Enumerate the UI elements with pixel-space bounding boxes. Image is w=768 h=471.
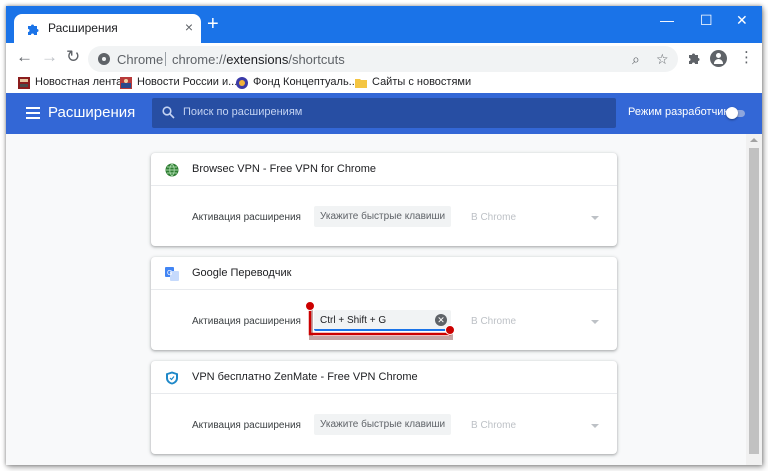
- clear-shortcut-icon[interactable]: ✕: [435, 314, 447, 326]
- maximize-button[interactable]: ☐: [700, 12, 713, 29]
- extensions-puzzle-icon[interactable]: [687, 51, 701, 65]
- chrome-icon: [98, 53, 110, 65]
- zoom-search-icon[interactable]: ⌕: [632, 51, 640, 68]
- tab-extensions[interactable]: Расширения ×: [14, 14, 201, 43]
- extension-card: Browsec VPN - Free VPN for Chrome Актива…: [151, 153, 617, 246]
- forward-button[interactable]: →: [41, 47, 58, 67]
- page-title: Расширения: [48, 104, 136, 121]
- minimize-button[interactable]: —: [660, 12, 674, 28]
- russia-news-icon: [120, 77, 132, 89]
- translate-icon: G: [165, 267, 179, 281]
- extension-name: Google Переводчик: [192, 267, 292, 279]
- reload-button[interactable]: ↻: [66, 47, 80, 67]
- folder-icon: [355, 79, 367, 88]
- scope-select[interactable]: В Chrome: [471, 212, 516, 223]
- shortcut-input[interactable]: Укажите быстрые клавиши: [314, 206, 451, 227]
- back-button[interactable]: ←: [16, 47, 33, 67]
- extension-name: VPN бесплатно ZenMate - Free VPN Chrome: [192, 371, 418, 383]
- shield-icon: [166, 371, 178, 385]
- hamburger-menu-icon[interactable]: [26, 107, 40, 119]
- chevron-down-icon[interactable]: [591, 320, 599, 324]
- scope-select[interactable]: В Chrome: [471, 316, 516, 327]
- search-input[interactable]: Поиск по расширениям: [152, 98, 616, 128]
- action-label: Активация расширения: [192, 420, 301, 431]
- extension-name: Browsec VPN - Free VPN for Chrome: [192, 163, 376, 175]
- chevron-down-icon[interactable]: [591, 216, 599, 220]
- scope-select[interactable]: В Chrome: [471, 420, 516, 431]
- extension-card: G Google Переводчик Активация расширения…: [151, 257, 617, 350]
- search-icon: [162, 106, 175, 119]
- bookmarks-bar: Новостная лента Новости России и... Фонд…: [6, 74, 762, 93]
- puzzle-icon: [28, 24, 39, 35]
- fund-icon: [236, 77, 248, 89]
- scroll-thumb[interactable]: [749, 148, 759, 454]
- shortcuts-list: Browsec VPN - Free VPN for Chrome Актива…: [6, 134, 746, 465]
- address-bar[interactable]: Chrome chrome://extensions/shortcuts ⌕ ☆: [88, 46, 678, 72]
- vertical-scrollbar[interactable]: [746, 134, 762, 465]
- news-feed-icon: [18, 77, 30, 89]
- title-bar: Расширения × + — ☐ ✕: [6, 6, 762, 43]
- shortcut-input[interactable]: Укажите быстрые клавиши: [314, 414, 451, 435]
- action-label: Активация расширения: [192, 316, 301, 327]
- chevron-down-icon[interactable]: [591, 424, 599, 428]
- menu-kebab-icon[interactable]: ⋮: [739, 48, 754, 66]
- tab-title: Расширения: [48, 21, 118, 35]
- address-divider: [165, 52, 166, 66]
- extensions-header: Расширения Поиск по расширениям Режим ра…: [6, 93, 762, 134]
- tab-close-icon[interactable]: ×: [185, 19, 193, 35]
- dev-mode-toggle[interactable]: [726, 107, 747, 119]
- toolbar: ← → ↻ Chrome chrome://extensions/shortcu…: [6, 43, 762, 74]
- site-chip: Chrome: [117, 52, 164, 67]
- action-label: Активация расширения: [192, 212, 301, 223]
- new-tab-button[interactable]: +: [207, 14, 219, 34]
- extension-card: VPN бесплатно ZenMate - Free VPN Chrome …: [151, 361, 617, 454]
- close-window-button[interactable]: ✕: [736, 12, 748, 29]
- search-placeholder: Поиск по расширениям: [183, 106, 303, 118]
- scroll-up-arrow-icon[interactable]: [750, 138, 758, 142]
- bookmark-star-icon[interactable]: ☆: [656, 51, 669, 68]
- shortcut-input[interactable]: Ctrl + Shift + G ✕: [314, 310, 451, 331]
- dev-mode-label: Режим разработчика: [628, 106, 735, 118]
- url-text: chrome://extensions/shortcuts: [172, 52, 345, 67]
- profile-avatar-icon[interactable]: [710, 50, 727, 67]
- svg-text:G: G: [167, 270, 172, 277]
- browser-window: Расширения × + — ☐ ✕ ← → ↻ Chrome chrome…: [6, 6, 762, 465]
- globe-icon: [165, 163, 179, 177]
